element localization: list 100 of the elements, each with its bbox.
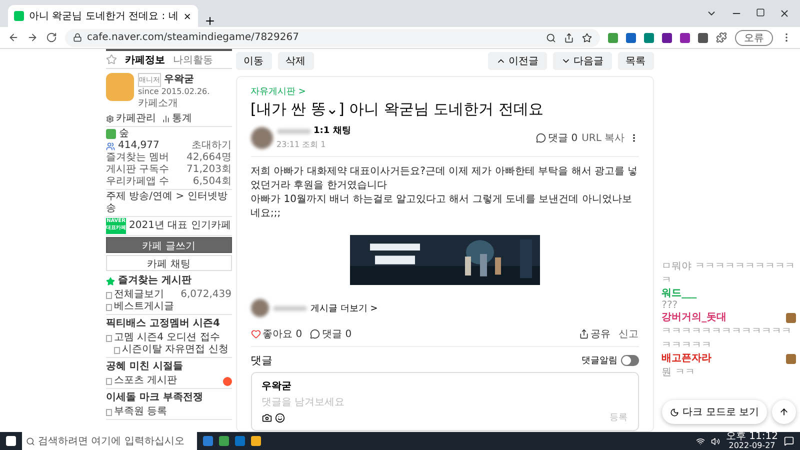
stats-link[interactable]: 통계 [162,113,192,125]
nav-button[interactable]: 다음글 [552,52,612,70]
stat-value: 71,203회 [186,164,232,176]
close-icon [183,12,192,20]
board-group-title: 이세돌 마크 부족전쟁 [106,392,203,404]
star-icon [582,32,592,42]
forward-icon [27,32,38,43]
camera-icon [262,413,272,423]
arrow-up-icon [779,407,789,417]
toolbar-button[interactable]: 이동 [236,52,272,70]
new-badge [222,376,232,386]
close-icon [779,8,790,19]
author-avatar [250,126,273,148]
cafe-grade: 숲 [119,128,129,140]
chat-message: 뭔 ㅋㅋ [662,366,696,379]
chat-button[interactable]: 카페 채팅 [106,255,232,271]
board-link[interactable]: 시즌이탈 자유면접 신청 [106,344,228,356]
notify-toggle[interactable] [620,355,639,366]
article-body: 저희 아빠가 대화제약 대표이사거든요?근데 이제 제가 아빠한테 부탁을 해서 광고를 넣었던거라 후원을 한거였습니다 아빠가 10월까지 배너 하는걸로 알고있다고 해서 그렇게 도네를 보낸건데 아니었나보네요;;; [250,165,639,221]
chat-message: ㅁ뭐야 ㅋㅋㅋㅋㅋㅋㅋㅋㅋㅋㅋ [662,260,796,287]
board-link[interactable]: 부족원 등록 [106,406,168,418]
comment-count[interactable]: 댓글 0 [536,130,578,144]
author-name [272,306,307,310]
cafe-logo [106,73,134,101]
board-link[interactable]: 전체글보기 [106,289,164,301]
stat-label: 우리카페앱 수 [106,176,170,188]
author-name [276,128,311,134]
comments-heading: 댓글 [250,353,273,368]
like-button[interactable]: 좋아요 0 [250,327,302,341]
board-link[interactable]: 베스트게시글 [106,301,174,313]
chart-icon [162,115,170,123]
share-button[interactable]: 공유 [578,327,611,341]
post-count: 6,072,439 [180,289,232,301]
address-bar[interactable]: cafe.naver.com/steamindiegame/7829267 [65,28,600,46]
chat-username: 강버거의_돗대 [662,312,727,324]
comment-writer: 우왁굳 [262,380,293,393]
comment-box[interactable]: 우왁굳 댓글을 남겨보세요 등록 [250,372,639,431]
more-posts-link[interactable]: 게시글 더보기 > [310,302,378,314]
gear-icon [106,115,114,123]
manager-name: 우왁굳 [164,74,194,86]
toolbar-button[interactable]: 삭제 [278,52,314,70]
puzzle-icon [716,32,727,43]
admin-link[interactable]: 카페관리 [106,113,156,125]
stat-value: 6,504회 [192,176,232,188]
speaker-icon [711,436,720,446]
intro-link[interactable]: 카페소개 [138,96,210,110]
post-meta: 23:11 조회 1 [276,139,327,150]
chat-message: ??? [662,300,679,311]
comment-icon [310,329,320,339]
cafe-topic: 주제 방송/연예 > 인터넷방송 [106,191,228,215]
chat-message: ㅋㅋㅋㅋㅋㅋㅋㅋㅋㅋㅋㅋㅋㅋㅋㅋㅋㅋ [662,325,793,352]
board-link[interactable]: 고멤 시즌4 오디션 접수 [106,332,220,344]
board-link[interactable]: 스포츠 게시판 [106,375,178,387]
member-count: 414,977 [118,140,160,152]
board-group-title: 픽티배스 고정멤버 시즌4 [106,318,220,330]
since-date: since 2015.02.26. [138,87,210,96]
article-title: [내가 싼 똥⌄] 아니 왁굳님 도네한거 전데요 [250,100,544,119]
sidebar-tab[interactable]: 나의활동 [173,52,213,66]
star-icon [106,276,115,286]
taskbar-search[interactable]: 검색하려면 여기에 입력하십시오 [22,432,197,450]
maximize-icon [756,8,765,17]
sidebar-tab[interactable]: 카페정보 [125,52,165,66]
comment-button[interactable]: 댓글 0 [310,327,352,341]
stat-label: 즐겨찾는 멤버 [106,152,170,164]
chat-username: 워드___ [662,288,697,300]
url-text: cafe.naver.com/steamindiegame/7829267 [87,32,299,43]
smile-icon [274,413,285,423]
search-icon [26,436,35,446]
star-icon [106,54,117,65]
nav-button[interactable]: 이전글 [488,52,547,70]
dark-mode-button[interactable]: 다크 모드로 보기 [662,400,767,424]
heart-icon [250,329,261,339]
reload-icon [46,32,57,43]
notification-icon [784,436,794,446]
stat-value: 42,664명 [186,152,232,164]
nav-button[interactable]: 목록 [618,52,654,70]
moon-icon [670,408,679,416]
award-text: 2021년 대표 인기카페 [129,220,231,232]
members-icon [106,142,115,150]
share-icon [578,329,589,339]
stat-label: 게시판 구독수 [106,164,170,176]
board-group-title: 공혜 미친 시절들 [106,361,183,373]
back-icon [8,32,19,43]
url-copy-link[interactable]: URL 복사 [582,130,625,144]
chat-link[interactable]: 1:1 채팅 [314,125,351,137]
board-group-title: 즐겨찾는 게시판 [118,275,192,287]
write-button[interactable]: 카페 글쓰기 [106,237,232,253]
lock-icon [73,33,82,42]
wifi-icon [696,436,705,446]
user-avatar [786,354,796,364]
invite-link[interactable]: 초대하기 [192,140,232,152]
site-icon [14,11,24,21]
scroll-top-button[interactable] [772,400,796,424]
browser-tab[interactable]: 아니 왁굳님 도네한거 전데요 : 네 [8,5,198,27]
profile-button[interactable]: 오류 [735,30,773,46]
clock-date: 2022-09-27 [728,441,776,450]
user-avatar [786,313,796,323]
report-link[interactable]: 신고 [618,327,639,341]
new-tab-icon [204,15,216,27]
chat-username: 배고픈자라 [662,353,712,365]
